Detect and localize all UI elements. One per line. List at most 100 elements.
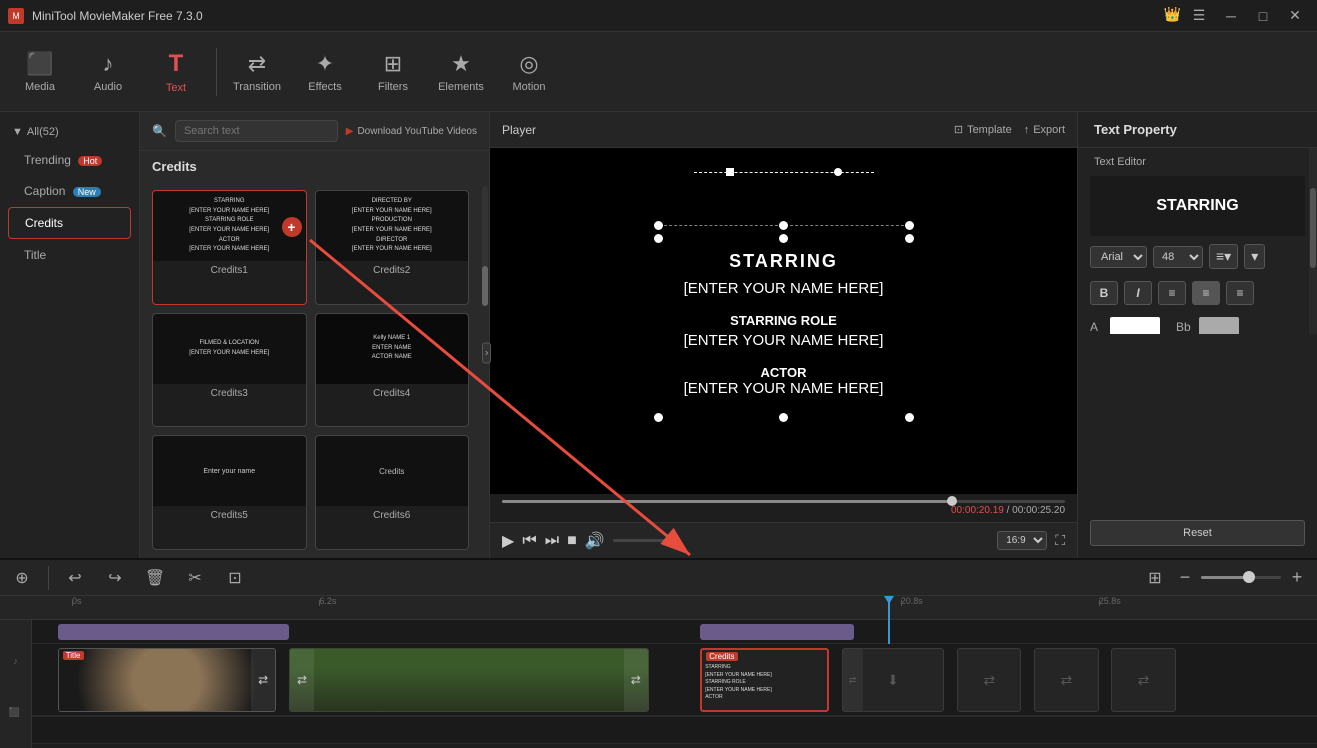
video-track: Title ⇄ ⇄ ⇄ Credits STARRING [E	[32, 644, 1317, 716]
text-bar-1[interactable]	[58, 624, 289, 640]
app-icon: M	[8, 8, 24, 24]
zoom-track[interactable]	[1201, 576, 1281, 579]
play-button[interactable]: ▶	[502, 531, 514, 551]
toolbar-audio[interactable]: ♪ Audio	[76, 38, 140, 106]
player-actions: ⊡ Template ↑ Export	[954, 123, 1065, 136]
toolbar-elements[interactable]: ★ Elements	[429, 38, 493, 106]
left-navigation-panel: ▼ All(52) Trending Hot Caption New Credi…	[0, 112, 140, 558]
add-media-button[interactable]: ⊕	[8, 564, 36, 592]
media-label: Media	[25, 81, 55, 93]
font-size-select[interactable]: 48	[1153, 246, 1203, 268]
credits4-label: Credits4	[316, 384, 469, 403]
transition-icon: ⇄	[248, 51, 266, 77]
sidebar-item-credits[interactable]: Credits	[8, 207, 131, 239]
credits-content-panel: 🔍 ▶ Download YouTube Videos Credits STAR…	[140, 112, 490, 558]
cut-button[interactable]: ✂	[181, 564, 209, 592]
align-left-button[interactable]: ≡	[1158, 281, 1186, 305]
download-icon-1: ⬇	[887, 672, 899, 689]
credit-card-1[interactable]: STARRING [ENTER YOUR NAME HERE] STARRING…	[152, 190, 307, 305]
tp-scrollbar[interactable]	[1309, 148, 1317, 334]
credit-card-6[interactable]: Credits Credits6	[315, 435, 470, 550]
credit-card-4[interactable]: Kelly NAME 1 ENTER NAME ACTOR NAME Credi…	[315, 313, 470, 428]
search-input[interactable]	[175, 120, 338, 142]
stop-button[interactable]: ■	[567, 532, 577, 550]
titlebar-controls: 👑 ☰ ─ □ ✕	[1164, 6, 1309, 26]
left-section-header[interactable]: ▼ All(52)	[0, 120, 139, 144]
download-youtube-button[interactable]: ▶ Download YouTube Videos	[346, 126, 477, 137]
empty-clip-3[interactable]: ⇄	[1034, 648, 1098, 712]
fullscreen-button[interactable]: ⛶	[1055, 532, 1065, 549]
credit-card-3[interactable]: FILMED & LOCATION [ENTER YOUR NAME HERE]…	[152, 313, 307, 428]
next-frame-button[interactable]: ⏭	[545, 532, 559, 550]
time-progress-bar[interactable]	[502, 500, 1065, 503]
font-family-select[interactable]: Arial	[1090, 246, 1147, 268]
timeline: ⊕ ↩ ↪ 🗑 ✂ ⊡ ⊞ − + 0s 6.2s 20.8s 25.8s	[0, 558, 1317, 748]
reset-button[interactable]: Reset	[1090, 520, 1305, 546]
maximize-button[interactable]: □	[1249, 6, 1277, 26]
player-controls: ▶ ⏮ ⏭ ■ 🔊 16:9 ⛶	[490, 522, 1077, 558]
close-button[interactable]: ✕	[1281, 6, 1309, 26]
crop-button[interactable]: ⊡	[221, 564, 249, 592]
zoom-out-button[interactable]: −	[1173, 566, 1197, 590]
redo-button[interactable]: ↪	[101, 564, 129, 592]
empty-clip-4[interactable]: ⇄	[1111, 648, 1175, 712]
text-align-button[interactable]: ▾	[1244, 244, 1265, 269]
template-button[interactable]: ⊡ Template	[954, 123, 1012, 136]
add-credits1-button[interactable]: +	[282, 217, 302, 237]
player-title: Player	[502, 123, 536, 137]
text-bar-2[interactable]	[700, 624, 854, 640]
player-progress-bar: 00:00:20.19 / 00:00:25.20	[490, 494, 1077, 522]
color-row: A Bb	[1078, 309, 1317, 334]
bold-button[interactable]: B	[1090, 281, 1118, 305]
volume-slider[interactable]	[613, 539, 673, 542]
toolbar-transition[interactable]: ⇄ Transition	[225, 38, 289, 106]
credits-scrollbar[interactable]	[482, 186, 488, 306]
filters-icon: ⊞	[384, 51, 402, 77]
sidebar-item-caption[interactable]: Caption New	[8, 176, 131, 206]
credits2-label: Credits2	[316, 261, 469, 280]
starring-role: STARRING ROLE	[654, 313, 914, 328]
credit-card-5[interactable]: Enter your name Credits5	[152, 435, 307, 550]
effects-label: Effects	[308, 81, 341, 93]
starring-heading: STARRING	[654, 251, 914, 272]
toolbar-effects[interactable]: ✦ Effects	[293, 38, 357, 106]
menu-button[interactable]: ☰	[1185, 6, 1213, 26]
align-center-button[interactable]: ≡	[1192, 281, 1220, 305]
timeline-ruler: 0s 6.2s 20.8s 25.8s	[0, 596, 1317, 620]
prev-frame-button[interactable]: ⏮	[522, 532, 536, 550]
text-color-swatch[interactable]	[1110, 317, 1160, 334]
empty-clip-2[interactable]: ⇄	[957, 648, 1021, 712]
video-clip-credits[interactable]: Credits STARRING [ENTER YOUR NAME HERE] …	[700, 648, 829, 712]
video-clip-2[interactable]: ⇄ ⇄	[289, 648, 649, 712]
undo-button[interactable]: ↩	[61, 564, 89, 592]
main-toolbar: ⬛ Media ♪ Audio T Text ⇄ Transition ✦ Ef…	[0, 32, 1317, 112]
ruler-mark-0: 0s	[72, 596, 82, 606]
video-clip-title[interactable]: Title ⇄	[58, 648, 276, 712]
toolbar-media[interactable]: ⬛ Media	[8, 38, 72, 106]
sidebar-item-title[interactable]: Title	[8, 240, 131, 270]
empty-clip-1[interactable]: ⬇ ⇄	[842, 648, 945, 712]
list-style-button[interactable]: ≡▾	[1209, 244, 1238, 269]
toolbar-filters[interactable]: ⊞ Filters	[361, 38, 425, 106]
sidebar-item-trending[interactable]: Trending Hot	[8, 145, 131, 175]
toolbar-text[interactable]: T Text	[144, 38, 208, 106]
ruler-mark-3: 25.8s	[1099, 596, 1121, 606]
credit-card-2[interactable]: DIRECTED BY [ENTER YOUR NAME HERE] PRODU…	[315, 190, 470, 305]
toolbar-separator-1	[216, 48, 217, 96]
new-badge: New	[73, 187, 101, 197]
collapse-tracks-button[interactable]: ⊞	[1141, 564, 1169, 592]
export-button[interactable]: ↑ Export	[1024, 123, 1065, 136]
zoom-in-button[interactable]: +	[1285, 566, 1309, 590]
italic-button[interactable]: I	[1124, 281, 1152, 305]
aspect-ratio-select[interactable]: 16:9	[997, 531, 1047, 550]
text-editor-input[interactable]: STARRING	[1090, 176, 1305, 236]
actor-heading: ACTOR	[654, 365, 914, 380]
actor-name: [ENTER YOUR NAME HERE]	[654, 380, 914, 397]
playhead[interactable]	[888, 596, 890, 644]
bg-color-swatch[interactable]	[1199, 317, 1239, 334]
minimize-button[interactable]: ─	[1217, 6, 1245, 26]
toolbar-motion[interactable]: ◎ Motion	[497, 38, 561, 106]
delete-button[interactable]: 🗑	[141, 564, 169, 592]
panel-expand-button[interactable]: ›	[482, 343, 491, 364]
align-right-button[interactable]: ≡	[1226, 281, 1254, 305]
